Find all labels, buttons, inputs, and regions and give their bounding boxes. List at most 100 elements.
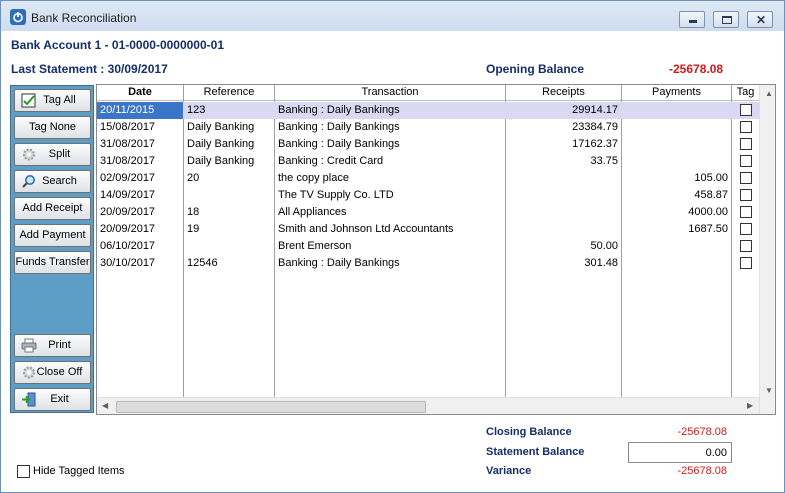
cell-date: 14/09/2017 xyxy=(100,189,156,201)
table-row[interactable]: 15/08/2017 Daily Banking Banking : Daily B… xyxy=(97,119,759,136)
cell-transaction: Banking : Daily Bankings xyxy=(278,104,400,116)
cell-receipts: 29914.17 xyxy=(572,104,618,116)
opening-balance-label: Opening Balance xyxy=(486,62,585,76)
cell-receipts: 33.75 xyxy=(590,155,618,167)
cell-receipts: 50.00 xyxy=(590,240,618,252)
tag-checkbox[interactable] xyxy=(740,121,752,133)
cell-date: 02/09/2017 xyxy=(100,172,156,184)
tag-checkbox[interactable] xyxy=(740,155,752,167)
cell-reference: 123 xyxy=(187,104,206,116)
window-title: Bank Reconciliation xyxy=(31,11,137,25)
cell-reference: 19 xyxy=(187,223,200,235)
close-off-gear-icon xyxy=(23,366,35,379)
horizontal-scrollbar[interactable]: ◀ ▶ xyxy=(97,397,759,414)
transactions-table: Date Reference Transaction Receipts Paym… xyxy=(96,84,776,415)
tag-checkbox[interactable] xyxy=(740,138,752,150)
maximize-icon xyxy=(722,16,732,24)
close-button[interactable]: ✕ xyxy=(747,11,773,28)
tag-checkbox[interactable] xyxy=(740,223,752,235)
cell-transaction: All Appliances xyxy=(278,206,347,218)
cell-date: 20/09/2017 xyxy=(100,206,156,218)
hide-tagged-checkbox[interactable] xyxy=(17,465,30,478)
table-row[interactable]: 06/10/2017 Brent Emerson 50.00 xyxy=(97,238,759,255)
tag-checkbox[interactable] xyxy=(740,104,752,116)
cell-payments: 1687.50 xyxy=(688,223,728,235)
col-receipts[interactable]: Receipts xyxy=(506,86,621,98)
col-date[interactable]: Date xyxy=(97,86,183,98)
last-statement: Last Statement : 30/09/2017 xyxy=(11,62,168,76)
tag-none-label: Tag None xyxy=(28,121,77,133)
table-row[interactable]: 31/08/2017 Daily Banking Banking : Credit … xyxy=(97,153,759,170)
cell-transaction: Smith and Johnson Ltd Accountants xyxy=(278,223,454,235)
tag-all-button[interactable]: Tag All xyxy=(14,89,91,112)
horizontal-scroll-thumb[interactable] xyxy=(116,401,426,413)
cell-date: 31/08/2017 xyxy=(100,138,156,150)
scroll-up-icon[interactable]: ▲ xyxy=(765,89,773,98)
closing-balance-value: -25678.08 xyxy=(677,426,727,438)
cell-transaction: Banking : Daily Bankings xyxy=(278,121,400,133)
cell-reference: Daily Banking xyxy=(187,121,255,133)
cell-payments: 105.00 xyxy=(694,172,728,184)
add-payment-button[interactable]: Add Payment xyxy=(14,224,91,247)
table-row[interactable]: 20/09/2017 19 Smith and Johnson Ltd Accoun… xyxy=(97,221,759,238)
minimize-icon xyxy=(689,20,697,23)
tag-checkbox[interactable] xyxy=(740,172,752,184)
split-button[interactable]: Split xyxy=(14,143,91,166)
col-tag[interactable]: Tag xyxy=(732,86,759,98)
scroll-down-icon[interactable]: ▼ xyxy=(765,386,773,395)
tag-checkbox[interactable] xyxy=(740,206,752,218)
add-receipt-button[interactable]: Add Receipt xyxy=(14,197,91,220)
col-transaction[interactable]: Transaction xyxy=(275,86,505,98)
add-payment-label: Add Payment xyxy=(19,229,86,241)
cell-transaction: Banking : Credit Card xyxy=(278,155,384,167)
cell-receipts: 17162.37 xyxy=(572,138,618,150)
minimize-button[interactable] xyxy=(679,11,705,28)
table-row[interactable]: 31/08/2017 Daily Banking Banking : Daily B… xyxy=(97,136,759,153)
tag-none-button[interactable]: Tag None xyxy=(14,116,91,139)
maximize-button[interactable] xyxy=(713,11,739,28)
checkbox-tick-icon xyxy=(21,93,36,108)
hide-tagged-label: Hide Tagged Items xyxy=(33,465,125,477)
cell-receipts: 23384.79 xyxy=(572,121,618,133)
search-icon xyxy=(22,175,35,188)
add-receipt-label: Add Receipt xyxy=(22,202,83,214)
cell-reference: 12546 xyxy=(187,257,218,269)
cell-transaction: Banking : Daily Bankings xyxy=(278,138,400,150)
search-button[interactable]: Search xyxy=(14,170,91,193)
closing-balance-label: Closing Balance xyxy=(486,426,572,438)
table-row[interactable]: 20/09/2017 18 All Appliances 4000.00 xyxy=(97,204,759,221)
tag-checkbox[interactable] xyxy=(740,257,752,269)
scroll-right-icon[interactable]: ▶ xyxy=(747,401,753,410)
print-label: Print xyxy=(48,339,71,351)
cell-date: 20/09/2017 xyxy=(100,223,156,235)
funds-transfer-button[interactable]: Funds Transfer xyxy=(14,251,91,274)
vertical-scrollbar[interactable]: ▲ ▼ xyxy=(759,85,775,414)
col-reference[interactable]: Reference xyxy=(184,86,274,98)
cell-reference: Daily Banking xyxy=(187,155,255,167)
cell-date: 20/11/2015 xyxy=(100,104,155,116)
print-button[interactable]: Print xyxy=(14,334,91,357)
table-row[interactable]: 02/09/2017 20 the copy place 105.00 xyxy=(97,170,759,187)
cell-date: 15/08/2017 xyxy=(100,121,156,133)
col-payments[interactable]: Payments xyxy=(622,86,731,98)
cell-receipts: 301.48 xyxy=(584,257,618,269)
table-row[interactable]: 30/10/2017 12546 Banking : Daily Bankings 3… xyxy=(97,255,759,272)
tag-checkbox[interactable] xyxy=(740,189,752,201)
variance-value: -25678.08 xyxy=(677,465,727,477)
tag-checkbox[interactable] xyxy=(740,240,752,252)
cell-reference: 20 xyxy=(187,172,200,184)
table-row[interactable]: 14/09/2017 The TV Supply Co. LTD 458.87 xyxy=(97,187,759,204)
cell-transaction: the copy place xyxy=(278,172,349,184)
table-row[interactable]: 20/11/2015 123 Banking : Daily Bankings 299… xyxy=(97,102,759,119)
account-title: Bank Account 1 - 01-0000-0000000-01 xyxy=(11,38,224,52)
table-header: Date Reference Transaction Receipts Paym… xyxy=(97,85,759,101)
statement-balance-input[interactable] xyxy=(628,442,732,463)
bank-reconciliation-window: Bank Reconciliation ✕ Bank Account 1 - 0… xyxy=(0,0,785,493)
cell-payments: 458.87 xyxy=(694,189,728,201)
exit-button[interactable]: Exit xyxy=(14,388,91,411)
close-off-button[interactable]: Close Off xyxy=(14,361,91,384)
scroll-left-icon[interactable]: ◀ xyxy=(102,401,108,410)
opening-balance-value: -25678.08 xyxy=(669,62,724,76)
action-sidebar: Tag All Tag None Split Search Add Receip… xyxy=(10,85,94,413)
cell-payments: 4000.00 xyxy=(688,206,728,218)
